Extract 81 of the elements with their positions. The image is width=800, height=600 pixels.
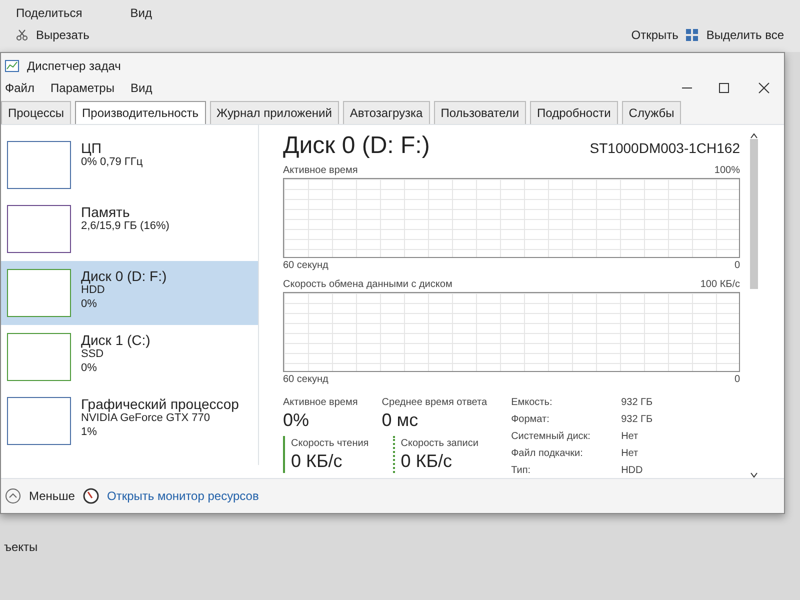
minimize-icon (682, 87, 692, 89)
mini-graph (7, 141, 71, 189)
mini-graph (7, 397, 71, 445)
device-detail: 0% (81, 298, 98, 312)
status-text: ъекты (4, 540, 38, 554)
property-label: Системный диск: (511, 430, 592, 444)
scissors-icon (16, 29, 28, 41)
select-all-button[interactable]: Выделить все (706, 26, 784, 44)
stat-value: 0 КБ/с (400, 450, 454, 473)
graph-min-label: 0 (734, 259, 740, 274)
menu-item[interactable]: Вид (130, 4, 152, 22)
tab[interactable]: Производительность (75, 101, 206, 124)
chevron-up-icon (750, 133, 758, 139)
property-label: Емкость: (511, 396, 554, 410)
menu-item[interactable]: Поделиться (16, 4, 82, 22)
stat-value: 0 КБ/с (291, 450, 344, 473)
tab[interactable]: Пользователи (434, 101, 526, 124)
device-detail: 2,6/15,9 ГБ (16%) (81, 220, 170, 234)
property-value: 932 ГБ (621, 413, 653, 428)
property-value: Нет (621, 447, 640, 462)
chevron-circle-icon (5, 488, 21, 504)
fewer-details-button[interactable]: Меньше (29, 487, 75, 506)
stat-label: Среднее время ответа (382, 396, 488, 410)
property-value: 932 ГБ (621, 396, 653, 410)
property-label: Файл подкачки: (511, 447, 584, 462)
tab[interactable]: Процессы (1, 101, 72, 124)
tab[interactable]: Подробности (530, 101, 618, 124)
menu-item[interactable]: Файл (5, 79, 35, 97)
stat-label: Скорость чтения (291, 436, 369, 451)
stat-label: Скорость записи (400, 436, 478, 451)
chart-icon (5, 60, 19, 72)
property-value: Нет (621, 430, 640, 444)
disk-title: Диск 0 (D: F:) (283, 133, 430, 160)
mini-graph (7, 205, 71, 253)
tab[interactable]: Автозагрузка (342, 101, 430, 124)
stat-value: 0 мс (382, 410, 420, 432)
device-detail: NVIDIA GeForce GTX 770 (81, 412, 211, 426)
disk-model: ST1000DM003-1CH162 (590, 139, 740, 158)
grid-icon (686, 29, 698, 41)
tab[interactable]: Службы (622, 101, 682, 124)
scrollbar-thumb[interactable] (750, 139, 758, 289)
graph-min-label: 0 (734, 373, 740, 388)
cut-button[interactable]: Вырезать (36, 26, 90, 44)
stat-label: Активное время (283, 396, 358, 410)
property-label: Тип: (511, 464, 532, 478)
close-icon (756, 80, 772, 96)
graph-max-label: 100% (714, 164, 740, 178)
device-detail: HDD (81, 284, 106, 298)
device-name: ЦП (81, 141, 102, 156)
mini-graph (7, 333, 71, 381)
resource-monitor-link[interactable]: Открыть монитор ресурсов (106, 487, 259, 506)
menu-item[interactable]: Вид (130, 79, 152, 97)
sidebar-item[interactable]: Память 2,6/15,9 ГБ (16%) (1, 197, 258, 261)
property-label: Формат: (511, 413, 550, 428)
graph-time-label: 60 секунд (283, 259, 328, 274)
property-value: HDD (621, 464, 644, 478)
open-button[interactable]: Открыть (631, 26, 678, 44)
sidebar-item[interactable]: Диск 1 (C:) SSD 0% (1, 325, 258, 389)
device-name: Графический процессор (81, 397, 239, 412)
device-detail: 0% 0,79 ГГц (81, 156, 143, 170)
graph-label: Скорость обмена данными с диском (283, 278, 452, 292)
graph-max-label: 100 КБ/с (700, 278, 740, 292)
device-name: Диск 0 (D: F:) (81, 269, 167, 284)
device-detail: 0% (81, 362, 98, 376)
device-name: Память (81, 205, 131, 220)
sidebar-item[interactable]: Диск 0 (D: F:) HDD 0% (1, 261, 258, 325)
menu-item[interactable]: Параметры (50, 79, 114, 97)
device-detail: 1% (81, 426, 98, 440)
stat-value: 0% (283, 410, 310, 432)
sidebar-item[interactable]: ЦП 0% 0,79 ГГц (1, 133, 258, 197)
tab[interactable]: Журнал приложений (210, 101, 339, 124)
mini-graph (7, 269, 71, 317)
graph-label: Активное время (283, 164, 358, 178)
device-name: Диск 1 (C:) (81, 333, 150, 348)
sidebar-item[interactable]: Графический процессор NVIDIA GeForce GTX 770 1% (1, 389, 258, 453)
chevron-down-icon (750, 472, 758, 478)
device-detail: SSD (81, 348, 105, 362)
graph-time-label: 60 секунд (283, 373, 328, 388)
maximize-icon (716, 80, 732, 96)
window-title: Диспетчер задач (27, 58, 121, 75)
gauge-icon (82, 488, 99, 504)
